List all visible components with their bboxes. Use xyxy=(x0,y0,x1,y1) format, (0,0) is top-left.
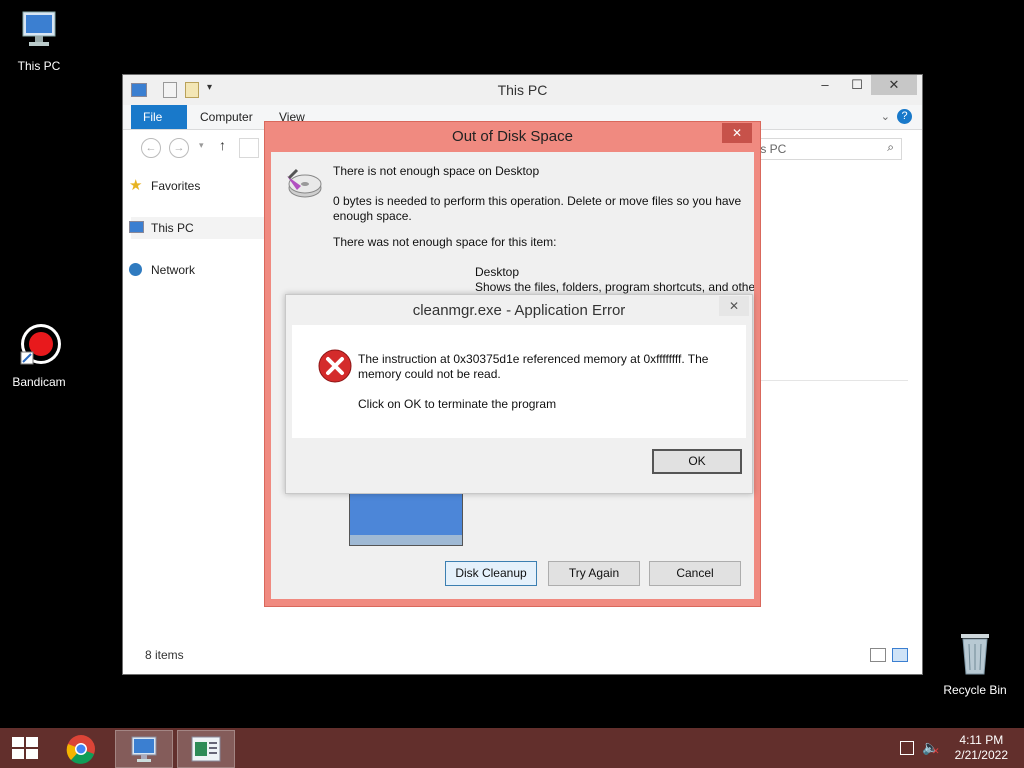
computer-icon xyxy=(22,11,56,46)
up-icon[interactable]: ↑ xyxy=(219,137,226,153)
recent-locations-icon[interactable]: ▾ xyxy=(199,140,204,151)
desktop-icon-label: This PC xyxy=(17,59,61,73)
recycle-bin-icon xyxy=(961,634,989,675)
status-item-count: 8 items xyxy=(145,648,184,662)
minimize-button[interactable]: – xyxy=(813,75,837,95)
thumbnail-taskbar xyxy=(350,535,462,545)
dialog-item-intro: There was not enough space for this item… xyxy=(333,235,557,249)
error-instruction: Click on OK to terminate the program xyxy=(358,397,557,411)
network-tray-icon[interactable] xyxy=(900,741,914,755)
windows-start-icon[interactable] xyxy=(12,737,38,759)
taskbar-chrome[interactable] xyxy=(54,730,110,766)
clock-date: 2/21/2022 xyxy=(954,748,1008,762)
mute-x-icon: ✕ xyxy=(932,746,940,756)
error-icon xyxy=(318,349,352,383)
back-icon[interactable]: ← xyxy=(141,138,161,158)
disk-cleanup-button[interactable]: Disk Cleanup xyxy=(445,561,537,586)
star-icon: ★ xyxy=(129,177,143,194)
cancel-button[interactable]: Cancel xyxy=(649,561,741,586)
item-name: Desktop xyxy=(475,265,520,279)
address-input[interactable] xyxy=(239,138,259,158)
nav-item-label: This PC xyxy=(151,221,194,235)
clock-time: 4:11 PM xyxy=(959,733,1004,747)
tab-file[interactable]: File xyxy=(131,105,187,129)
dialog-close-button[interactable]: ✕ xyxy=(722,123,752,143)
window-app-icon xyxy=(191,736,221,762)
desktop-icon-recycle-bin[interactable]: Recycle Bin xyxy=(940,630,1010,697)
search-input[interactable]: his PC xyxy=(746,138,902,160)
nav-item-label: Favorites xyxy=(151,179,201,193)
close-button[interactable]: ✕ xyxy=(871,75,917,95)
error-message: The instruction at 0x30375d1e referenced… xyxy=(358,352,709,381)
ok-button[interactable]: OK xyxy=(652,449,742,474)
nav-item-label: Network xyxy=(151,263,196,277)
dialog-title: Out of Disk Space xyxy=(452,128,573,145)
dialog-heading: There is not enough space on Desktop xyxy=(333,164,540,178)
search-icon[interactable]: ⌕ xyxy=(887,140,894,155)
disk-cleanup-icon xyxy=(287,168,322,198)
dialog-title: cleanmgr.exe - Application Error xyxy=(412,302,626,319)
network-icon xyxy=(129,263,142,276)
desktop-icon-label: Bandicam xyxy=(12,375,66,389)
desktop-thumbnail xyxy=(349,490,463,546)
computer-icon xyxy=(131,736,157,762)
taskbar-file-explorer[interactable] xyxy=(115,730,173,768)
item-description: Shows the files, folders, program shortc… xyxy=(475,280,754,294)
tab-computer[interactable]: Computer xyxy=(188,105,265,129)
help-icon[interactable]: ? xyxy=(897,109,912,124)
details-view-icon[interactable] xyxy=(870,648,886,662)
explorer-titlebar: ▾ This PC – ☐ ✕ xyxy=(123,75,922,105)
chrome-icon xyxy=(66,735,95,764)
taskbar: 🔈 ✕ 4:11 PM 2/21/2022 xyxy=(0,728,1024,768)
error-body: The instruction at 0x30375d1e referenced… xyxy=(292,325,746,438)
ribbon-expand-icon[interactable]: ⌄ xyxy=(881,110,890,123)
divider xyxy=(758,380,908,381)
dialog-close-button[interactable]: ✕ xyxy=(719,296,749,316)
computer-icon xyxy=(129,221,144,233)
forward-icon[interactable]: → xyxy=(169,138,189,158)
bandicam-icon xyxy=(20,324,61,365)
dialog-message: 0 bytes is needed to perform this operat… xyxy=(333,194,742,223)
desktop-icon-label: Recycle Bin xyxy=(943,683,1007,697)
nav-item-network[interactable]: Network xyxy=(129,263,196,277)
nav-item-favorites[interactable]: ★ Favorites xyxy=(129,178,201,193)
window-title: This PC xyxy=(497,82,548,98)
desktop-icon-bandicam[interactable]: Bandicam xyxy=(4,320,74,389)
nav-item-this-pc[interactable]: This PC xyxy=(129,221,194,235)
desktop-icon-this-pc[interactable]: This PC xyxy=(4,8,74,73)
large-icons-view-icon[interactable] xyxy=(892,648,908,662)
try-again-button[interactable]: Try Again xyxy=(548,561,640,586)
application-error-dialog: cleanmgr.exe - Application Error ✕ The i… xyxy=(285,294,753,494)
maximize-button[interactable]: ☐ xyxy=(845,75,869,95)
taskbar-app-window[interactable] xyxy=(177,730,235,768)
system-clock[interactable]: 4:11 PM 2/21/2022 xyxy=(955,733,1008,763)
